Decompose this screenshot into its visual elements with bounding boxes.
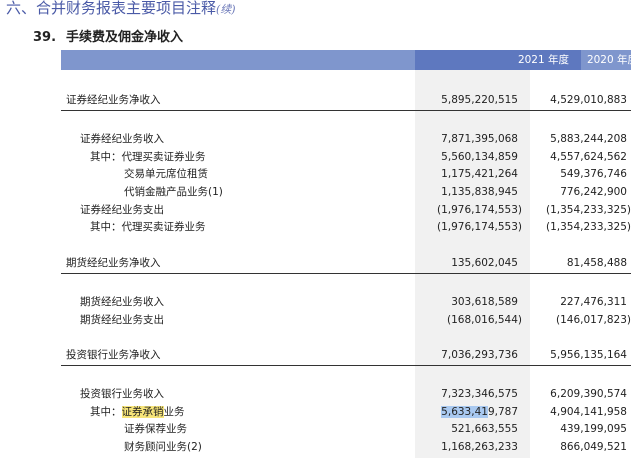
- table-row: 期货经纪业务支出 (168,016,544) (146,017,823): [0, 312, 640, 329]
- highlighted-text: 证券承销: [121, 406, 164, 418]
- row-label: 证券经纪业务净收入: [66, 94, 161, 106]
- value-2021: (1,976,174,553): [436, 204, 522, 216]
- selected-text: 5,633,41: [441, 406, 488, 418]
- row-label: 其中：代理买卖证券业务: [90, 221, 206, 233]
- value-2021: 7,036,293,736: [441, 349, 518, 361]
- value-2021: 1,168,263,233: [441, 441, 518, 453]
- row-label: 证券经纪业务收入: [80, 133, 164, 145]
- row-label: 证券保荐业务: [124, 423, 187, 435]
- value-2021-rest: 9,787: [487, 406, 518, 418]
- table-row: 期货经纪业务收入 303,618,589 227,476,311: [0, 294, 640, 311]
- value-2020: 866,049,521: [560, 441, 627, 453]
- value-2020: 549,376,746: [560, 168, 627, 180]
- value-2021: (1,976,174,553): [436, 221, 522, 233]
- value-2021: 5,895,220,515: [441, 94, 518, 106]
- value-2020: (1,354,233,325): [545, 221, 631, 233]
- table-row: 其中：代理买卖证券业务 5,560,134,859 4,557,624,562: [0, 149, 640, 166]
- value-2020: 81,458,488: [566, 257, 627, 269]
- value-2021: 1,135,838,945: [441, 186, 518, 198]
- table-row: 证券经纪业务净收入 5,895,220,515 4,529,010,883: [0, 92, 640, 111]
- value-2020: 439,199,095: [560, 423, 627, 435]
- column-header-2020: 2020 年度: [586, 54, 638, 66]
- section-title-cont: (续): [216, 3, 236, 16]
- value-2020: 227,476,311: [560, 296, 627, 308]
- table-row: 代销金融产品业务(1) 1,135,838,945 776,242,900: [0, 184, 640, 201]
- column-header-2021: 2021 年度: [415, 50, 581, 70]
- table-row: 投资银行业务净收入 7,036,293,736 5,956,135,164: [0, 347, 640, 366]
- row-label: 期货经纪业务支出: [80, 314, 164, 326]
- table-row: 证券保荐业务 521,663,555 439,199,095: [0, 421, 640, 438]
- table-row: 期货经纪业务净收入 135,602,045 81,458,488: [0, 255, 640, 274]
- value-2021: 5,633,419,787: [441, 404, 518, 421]
- row-label: 证券经纪业务支出: [80, 204, 164, 216]
- value-2020: 5,883,244,208: [550, 133, 627, 145]
- section-title: 六、合并财务报表主要项目注释(续): [6, 0, 236, 18]
- row-label: 其中：代理买卖证券业务: [90, 151, 206, 163]
- note-title: 39. 手续费及佣金净收入: [33, 26, 183, 45]
- value-2020: 4,557,624,562: [550, 151, 627, 163]
- value-2021: 5,560,134,859: [441, 151, 518, 163]
- value-2020: 4,529,010,883: [550, 94, 627, 106]
- table-row: 证券经纪业务收入 7,871,395,068 5,883,244,208: [0, 131, 640, 148]
- row-label-prefix: 其中：: [90, 406, 122, 418]
- row-label: 交易单元席位租赁: [124, 168, 208, 180]
- value-2021: (168,016,544): [447, 314, 522, 326]
- value-2020: (1,354,233,325): [545, 204, 631, 216]
- value-2021: 1,175,421,264: [441, 168, 518, 180]
- row-label: 代销金融产品业务(1): [124, 186, 223, 198]
- table-row: 其中：代理买卖证券业务 (1,976,174,553) (1,354,233,3…: [0, 219, 640, 236]
- value-2020: 6,209,390,574: [550, 388, 627, 400]
- note-number: 39.: [33, 30, 57, 45]
- table-header: 2021 年度 2020 年度: [61, 50, 638, 70]
- value-2020: (146,017,823): [556, 314, 631, 326]
- row-label: 投资银行业务收入: [80, 388, 164, 400]
- row-label: 期货经纪业务收入: [80, 296, 164, 308]
- row-label-suffix: 业务: [163, 406, 185, 418]
- table-row: 证券经纪业务支出 (1,976,174,553) (1,354,233,325): [0, 202, 640, 219]
- table-row: 交易单元席位租赁 1,175,421,264 549,376,746: [0, 166, 640, 183]
- value-2020: 4,904,141,958: [550, 406, 627, 418]
- table-row: 财务顾问业务(2) 1,168,263,233 866,049,521: [0, 439, 640, 456]
- row-label: 其中：证券承销业务: [90, 404, 185, 421]
- section-title-text: 六、合并财务报表主要项目注释: [6, 0, 217, 17]
- value-2021: 303,618,589: [451, 296, 518, 308]
- value-2020: 776,242,900: [560, 186, 627, 198]
- value-2021: 521,663,555: [451, 423, 518, 435]
- value-2020: 5,956,135,164: [550, 349, 627, 361]
- row-label: 投资银行业务净收入: [66, 349, 161, 361]
- row-label: 期货经纪业务净收入: [66, 257, 161, 269]
- row-label: 财务顾问业务(2): [124, 441, 202, 453]
- note-title-text: 手续费及佣金净收入: [66, 30, 184, 45]
- value-2021: 135,602,045: [451, 257, 518, 269]
- table-row: 其中：证券承销业务 5,633,419,787 4,904,141,958: [0, 404, 640, 421]
- value-2021: 7,323,346,575: [441, 388, 518, 400]
- table-row: 投资银行业务收入 7,323,346,575 6,209,390,574: [0, 386, 640, 403]
- value-2021: 7,871,395,068: [441, 133, 518, 145]
